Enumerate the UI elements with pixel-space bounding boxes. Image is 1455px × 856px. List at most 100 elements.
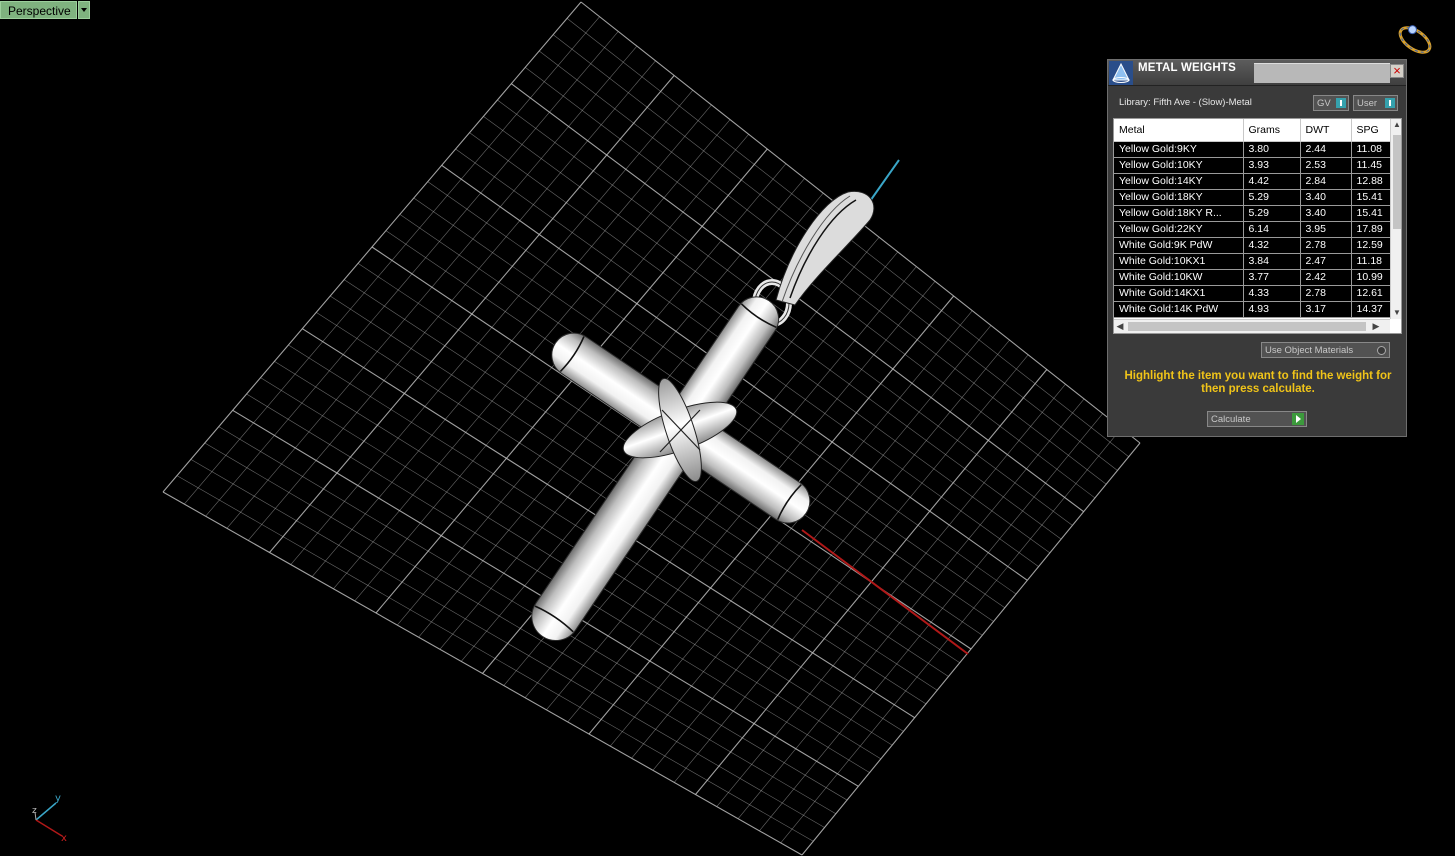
table-cell: White Gold:10KX1 <box>1114 253 1244 270</box>
toggle-switch-icon <box>1336 98 1346 108</box>
table-cell: 15.41 <box>1351 205 1391 222</box>
table-row[interactable]: Yellow Gold:10KY 3.93 2.53 11.45 <box>1114 157 1391 174</box>
grid-line <box>610 310 973 747</box>
table-row[interactable]: White Gold:14KX1 4.33 2.78 12.61 <box>1114 285 1391 302</box>
table-cell: 2.78 <box>1300 237 1352 254</box>
table-cell: 3.84 <box>1243 253 1301 270</box>
axis-label-z: z <box>32 806 37 816</box>
table-cell: 2.42 <box>1300 269 1352 286</box>
scroll-up-icon[interactable]: ▲ <box>1391 119 1401 131</box>
table-cell: Yellow Gold:14KY <box>1114 173 1244 190</box>
column-header[interactable]: DWT <box>1300 119 1352 142</box>
radio-icon[interactable] <box>1377 346 1386 355</box>
use-object-materials-label: Use Object Materials <box>1265 345 1354 356</box>
table-cell: White Gold:14KX1 <box>1114 285 1244 302</box>
column-header[interactable]: SPG <box>1351 119 1391 142</box>
table-row[interactable]: Yellow Gold:18KY 5.29 3.40 15.41 <box>1114 189 1391 206</box>
table-cell: 3.80 <box>1243 141 1301 158</box>
table-cell: White Gold:9K PdW <box>1114 237 1244 254</box>
ring-logo-icon <box>1398 25 1432 54</box>
table-cell: 14.37 <box>1351 301 1391 318</box>
user-toggle[interactable]: User <box>1353 95 1398 111</box>
table-cell: 2.78 <box>1300 285 1352 302</box>
table-cell: 3.40 <box>1300 189 1352 206</box>
viewport-name[interactable]: Perspective <box>0 1 77 19</box>
table-cell: 11.45 <box>1351 157 1391 174</box>
table-cell: 5.29 <box>1243 205 1301 222</box>
grid-line <box>759 413 1103 831</box>
title-bar-drag-area[interactable] <box>1254 63 1390 83</box>
table-cell: 4.33 <box>1243 285 1301 302</box>
table-cell: Yellow Gold:18KY <box>1114 189 1244 206</box>
table-row[interactable]: Yellow Gold:9KY 3.80 2.44 11.08 <box>1114 141 1391 158</box>
table-row[interactable]: White Gold:10KX1 3.84 2.47 11.18 <box>1114 253 1391 270</box>
table-row[interactable]: White Gold:10KW 3.77 2.42 10.99 <box>1114 269 1391 286</box>
close-icon[interactable]: × <box>1390 64 1404 78</box>
user-toggle-label: User <box>1357 98 1378 109</box>
y-axis-line <box>867 159 900 205</box>
table-cell: 2.84 <box>1300 173 1352 190</box>
vertical-scrollbar[interactable]: ▲ ▼ <box>1390 119 1401 319</box>
scroll-right-icon[interactable]: ▶ <box>1370 320 1382 333</box>
table-cell: 2.53 <box>1300 157 1352 174</box>
axis-label-y: y <box>55 793 61 804</box>
table-cell: White Gold:10KW <box>1114 269 1244 286</box>
table-row[interactable]: Yellow Gold:18KY R... 5.29 3.40 15.41 <box>1114 205 1391 222</box>
table-cell: 12.61 <box>1351 285 1391 302</box>
calculate-button[interactable]: Calculate <box>1207 411 1307 427</box>
axis-label-x: x <box>61 833 67 844</box>
instruction-text: Highlight the item you want to find the … <box>1124 370 1392 395</box>
table-row[interactable]: White Gold:14K PdW 4.93 3.17 14.37 <box>1114 301 1391 318</box>
table-cell: 11.08 <box>1351 141 1391 158</box>
toggle-switch-icon <box>1385 98 1395 108</box>
scroll-thumb[interactable] <box>1393 135 1401 229</box>
chevron-down-icon[interactable] <box>77 1 90 19</box>
table-cell: Yellow Gold:10KY <box>1114 157 1244 174</box>
column-header[interactable]: Grams <box>1243 119 1301 142</box>
table-cell: 11.18 <box>1351 253 1391 270</box>
table-cell: Yellow Gold:9KY <box>1114 141 1244 158</box>
table-row[interactable]: White Gold:9K PdW 4.32 2.78 12.59 <box>1114 237 1391 254</box>
table-cell: 12.88 <box>1351 173 1391 190</box>
table-cell: 4.93 <box>1243 301 1301 318</box>
table-cell: Yellow Gold:18KY R... <box>1114 205 1244 222</box>
play-arrow-icon <box>1292 413 1304 425</box>
table-cell: 3.17 <box>1300 301 1352 318</box>
table-cell: 6.14 <box>1243 221 1301 238</box>
app-logo-icon <box>1109 61 1133 85</box>
gv-toggle-label: GV <box>1317 98 1331 109</box>
table-cell: 2.44 <box>1300 141 1352 158</box>
use-object-materials-option[interactable]: Use Object Materials <box>1261 342 1390 358</box>
scroll-down-icon[interactable]: ▼ <box>1391 307 1401 319</box>
metal-weights-table[interactable]: Metal Grams DWT SPG Yellow Gold:9KY 3.80 2.44… <box>1113 118 1402 334</box>
scroll-left-icon[interactable]: ◀ <box>1114 320 1126 333</box>
calculate-label: Calculate <box>1211 414 1251 425</box>
table-cell: 5.29 <box>1243 189 1301 206</box>
grid-line <box>190 459 825 828</box>
axis-tripod-icon: y x z <box>32 793 67 844</box>
table-cell: 17.89 <box>1351 221 1391 238</box>
table-cell: 10.99 <box>1351 269 1391 286</box>
panel-header[interactable]: METAL WEIGHTS × <box>1108 60 1406 86</box>
grid-line <box>737 398 1085 819</box>
gv-toggle[interactable]: GV <box>1313 95 1349 111</box>
horizontal-scrollbar[interactable]: ◀ ▶ <box>1114 319 1390 333</box>
metal-weights-panel: METAL WEIGHTS × Library: Fifth Ave - (Sl… <box>1107 59 1407 437</box>
table-cell: Yellow Gold:22KY <box>1114 221 1244 238</box>
table-row[interactable]: Yellow Gold:22KY 6.14 3.95 17.89 <box>1114 221 1391 238</box>
table-cell: 4.32 <box>1243 237 1301 254</box>
table-cell: 3.93 <box>1243 157 1301 174</box>
table-cell: 12.59 <box>1351 237 1391 254</box>
table-cell: 4.42 <box>1243 173 1301 190</box>
table-cell: 3.95 <box>1300 221 1352 238</box>
panel-title: METAL WEIGHTS <box>1138 62 1237 74</box>
table-cell: 3.77 <box>1243 269 1301 286</box>
grid-line <box>204 442 836 815</box>
viewport-label[interactable]: Perspective <box>0 1 90 19</box>
table-row[interactable]: Yellow Gold:14KY 4.42 2.84 12.88 <box>1114 173 1391 190</box>
column-header[interactable]: Metal <box>1114 119 1244 142</box>
grid-line <box>780 428 1122 844</box>
scroll-thumb[interactable] <box>1128 322 1366 331</box>
table-cell: 2.47 <box>1300 253 1352 270</box>
table-cell: White Gold:14K PdW <box>1114 301 1244 318</box>
